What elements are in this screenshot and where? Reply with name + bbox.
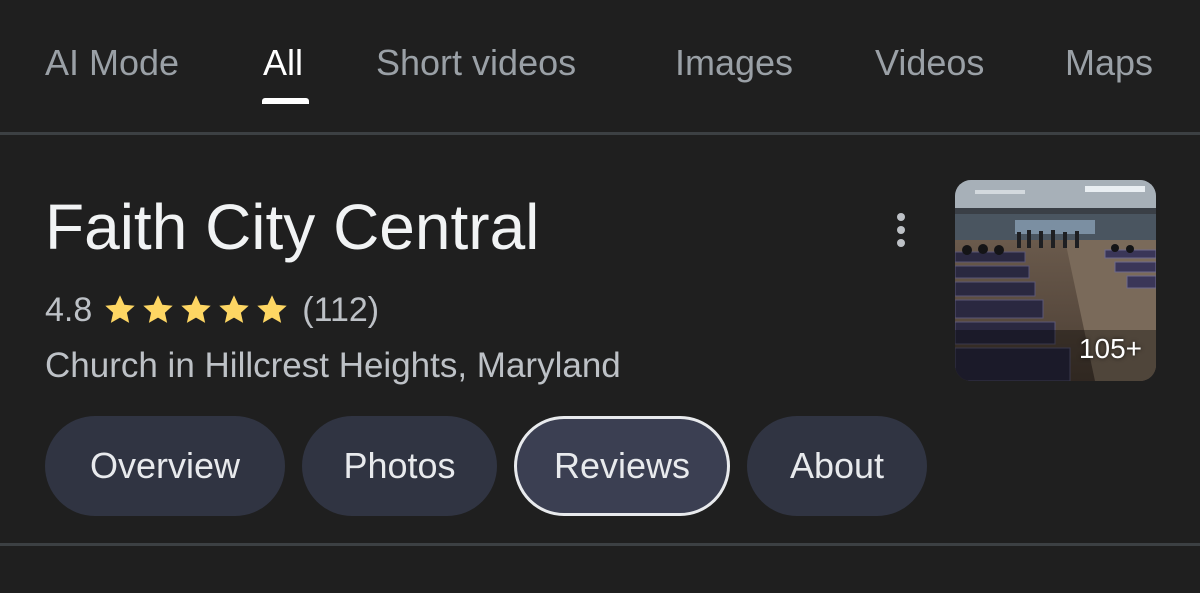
- place-title: Faith City Central: [45, 191, 540, 263]
- rating-value: 4.8: [45, 290, 93, 329]
- active-tab-indicator: [262, 98, 309, 104]
- tab-short-videos[interactable]: Short videos: [376, 40, 576, 86]
- tab-ai-mode[interactable]: AI Mode: [45, 40, 179, 86]
- star-icon: [181, 295, 211, 323]
- star-icon: [105, 295, 135, 323]
- rating-row[interactable]: 4.8 (112): [45, 288, 379, 332]
- star-icon: [219, 295, 249, 323]
- photo-count-label: 105+: [1078, 333, 1142, 364]
- tabs-divider: [0, 132, 1200, 135]
- chip-reviews[interactable]: Reviews: [514, 416, 730, 516]
- tab-all[interactable]: All: [263, 40, 303, 86]
- review-count: (112): [302, 290, 380, 329]
- star-icon: [143, 295, 173, 323]
- tab-videos[interactable]: Videos: [875, 40, 984, 86]
- star-icon: [257, 295, 287, 323]
- place-photo-thumbnail[interactable]: 105+: [955, 180, 1156, 381]
- chip-photos[interactable]: Photos: [302, 416, 497, 516]
- panel-divider: [0, 543, 1200, 546]
- chip-overview[interactable]: Overview: [45, 416, 285, 516]
- more-options-button[interactable]: [880, 206, 922, 254]
- star-rating: [102, 292, 290, 328]
- search-tabs: AI Mode All Short videos Images Videos M…: [0, 0, 1200, 134]
- tab-maps[interactable]: Maps: [1065, 40, 1153, 86]
- chip-about[interactable]: About: [747, 416, 927, 516]
- place-category-location: Church in Hillcrest Heights, Maryland: [45, 346, 621, 385]
- tab-images[interactable]: Images: [675, 40, 793, 86]
- more-vert-icon: [897, 213, 905, 221]
